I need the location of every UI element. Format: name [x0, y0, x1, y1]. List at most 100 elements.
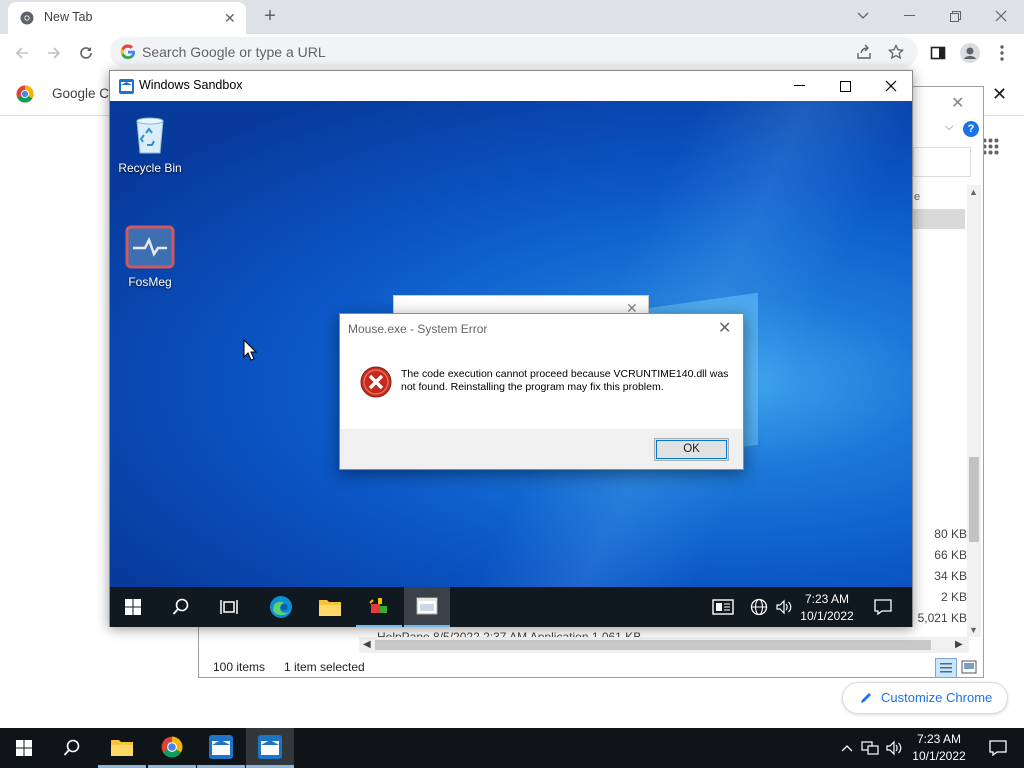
- dialog-close-icon[interactable]: ✕: [718, 318, 731, 338]
- column-header-size[interactable]: e: [914, 191, 920, 203]
- restore-button[interactable]: [932, 4, 978, 28]
- forward-icon[interactable]: [42, 42, 66, 64]
- close-window-button[interactable]: [978, 4, 1024, 28]
- sandbox-notifications-icon[interactable]: [860, 587, 906, 627]
- recycle-bin-icon: [128, 111, 172, 155]
- bookmark-google-chrome[interactable]: Google Ch: [52, 86, 117, 101]
- taskbar-sandbox-active-icon[interactable]: [246, 728, 294, 768]
- back-icon[interactable]: [10, 42, 34, 64]
- sandbox-maximize-button[interactable]: [822, 71, 868, 101]
- selected-row-highlight[interactable]: [913, 209, 965, 229]
- file-size: 80 KB: [934, 527, 967, 541]
- sandbox-search-icon[interactable]: [158, 587, 204, 627]
- apps-grid-icon[interactable]: [982, 138, 999, 155]
- bookmark-star-icon[interactable]: [888, 44, 904, 60]
- sandbox-title: Windows Sandbox: [139, 78, 243, 92]
- ribbon-expand-icon[interactable]: ⌵: [945, 121, 953, 134]
- desktop-icon-fosmeg[interactable]: FosMeg: [110, 225, 190, 289]
- scroll-right-icon[interactable]: ▶: [955, 639, 963, 650]
- customize-chrome-button[interactable]: Customize Chrome: [842, 682, 1008, 714]
- start-button[interactable]: [0, 728, 48, 768]
- tab-strip: New Tab ✕ +: [0, 0, 1024, 34]
- dialog-title: Mouse.exe - System Error: [348, 322, 488, 336]
- reload-icon[interactable]: [74, 42, 98, 64]
- volume-icon[interactable]: [772, 587, 796, 627]
- scroll-up-icon[interactable]: ▲: [969, 187, 978, 197]
- clock-date: 10/1/2022: [912, 749, 966, 763]
- address-bar[interactable]: Search Google or type a URL: [110, 37, 918, 67]
- network-globe-icon[interactable]: [746, 587, 772, 627]
- tab-title: New Tab: [44, 10, 93, 24]
- new-tab-button[interactable]: +: [258, 6, 282, 28]
- show-hidden-icons-chevron-icon[interactable]: [836, 728, 858, 768]
- ok-button[interactable]: OK: [654, 438, 729, 461]
- pencil-icon: [859, 691, 873, 705]
- details-view-icon[interactable]: [935, 658, 957, 678]
- action-center-icon[interactable]: [974, 728, 1022, 768]
- fosmeg-taskbar-icon[interactable]: [356, 587, 402, 627]
- file-size: 5,021 KB: [917, 611, 967, 625]
- tab-close-icon[interactable]: ✕: [224, 10, 236, 27]
- sandbox-close-button[interactable]: [868, 71, 914, 101]
- mouse-pointer-icon: [243, 339, 257, 361]
- close-bookmark-panel-icon[interactable]: ✕: [992, 84, 1007, 105]
- dialog-footer: OK: [340, 429, 743, 469]
- windows-taskbar: 7:23 AM 10/1/2022: [0, 728, 1024, 768]
- search-icon[interactable]: [48, 728, 96, 768]
- desktop-icon-label: FosMeg: [128, 275, 172, 289]
- selection-count: 1 item selected: [284, 660, 365, 674]
- sandbox-start-button[interactable]: [110, 587, 156, 627]
- scroll-left-icon[interactable]: ◀: [363, 639, 371, 650]
- omnibox-placeholder: Search Google or type a URL: [142, 44, 326, 60]
- minimize-button[interactable]: [886, 4, 932, 28]
- large-icons-view-icon[interactable]: [961, 660, 977, 674]
- chrome-menu-icon[interactable]: [990, 42, 1014, 64]
- sandbox-clock[interactable]: 7:23 AM 10/1/2022: [796, 591, 858, 625]
- vertical-scrollbar[interactable]: [967, 185, 981, 637]
- sandbox-app-icon: [119, 79, 134, 94]
- clock-time: 7:23 AM: [916, 732, 962, 746]
- desktop-icon-label: Recycle Bin: [118, 161, 182, 175]
- chrome-logo-icon: [16, 85, 34, 103]
- fosmeg-app-icon: [125, 225, 175, 269]
- edge-icon[interactable]: [258, 587, 304, 627]
- item-count: 100 items: [213, 660, 266, 674]
- system-clock[interactable]: 7:23 AM 10/1/2022: [906, 731, 972, 765]
- sandbox-date: 10/1/2022: [800, 609, 854, 623]
- taskbar-chrome-icon[interactable]: [148, 728, 196, 768]
- dialog-message: The code execution cannot proceed becaus…: [401, 368, 729, 393]
- google-g-icon: [120, 44, 136, 60]
- taskbar-sandbox-icon[interactable]: [197, 728, 245, 768]
- tab-new-tab[interactable]: New Tab ✕: [8, 2, 246, 34]
- system-error-dialog[interactable]: Mouse.exe - System Error ✕ The code exec…: [339, 313, 744, 470]
- sandbox-desktop[interactable]: Recycle Bin FosMeg ✕ Mouse.exe - System …: [110, 101, 912, 587]
- chrome-favicon-icon: [20, 11, 34, 25]
- desktop-icon-recycle-bin[interactable]: Recycle Bin: [110, 111, 190, 175]
- profile-avatar-icon[interactable]: [958, 42, 982, 64]
- tab-search-icon[interactable]: [840, 4, 886, 28]
- side-panel-icon[interactable]: [926, 42, 950, 64]
- scrollbar-thumb[interactable]: [969, 457, 979, 542]
- system-error-taskbar-icon[interactable]: [404, 587, 450, 627]
- help-icon[interactable]: ?: [963, 121, 979, 137]
- windows-sandbox-window[interactable]: Windows Sandbox Recycle Bin FosMeg ✕ Mou…: [109, 70, 913, 627]
- sandbox-minimize-button[interactable]: [776, 71, 822, 101]
- explorer-search-input[interactable]: [913, 147, 971, 177]
- browser-toolbar: Search Google or type a URL: [0, 34, 1024, 72]
- speaker-icon[interactable]: [882, 728, 906, 768]
- error-icon: [360, 366, 392, 398]
- share-icon[interactable]: [856, 44, 872, 60]
- scroll-down-icon[interactable]: ▼: [969, 625, 978, 635]
- task-view-icon[interactable]: [206, 587, 252, 627]
- network-icon[interactable]: [858, 728, 882, 768]
- explorer-close-icon[interactable]: ✕: [951, 93, 964, 113]
- sandbox-taskbar: 7:23 AM 10/1/2022: [110, 587, 912, 627]
- sandbox-title-bar[interactable]: Windows Sandbox: [110, 71, 912, 101]
- news-widget-icon[interactable]: [706, 587, 740, 627]
- file-size: 66 KB: [934, 548, 967, 562]
- file-explorer-icon[interactable]: [307, 587, 353, 627]
- file-size: 34 KB: [934, 569, 967, 583]
- file-size: 2 KB: [940, 590, 967, 604]
- taskbar-file-explorer-icon[interactable]: [98, 728, 146, 768]
- horizontal-scrollbar-thumb[interactable]: [375, 640, 931, 650]
